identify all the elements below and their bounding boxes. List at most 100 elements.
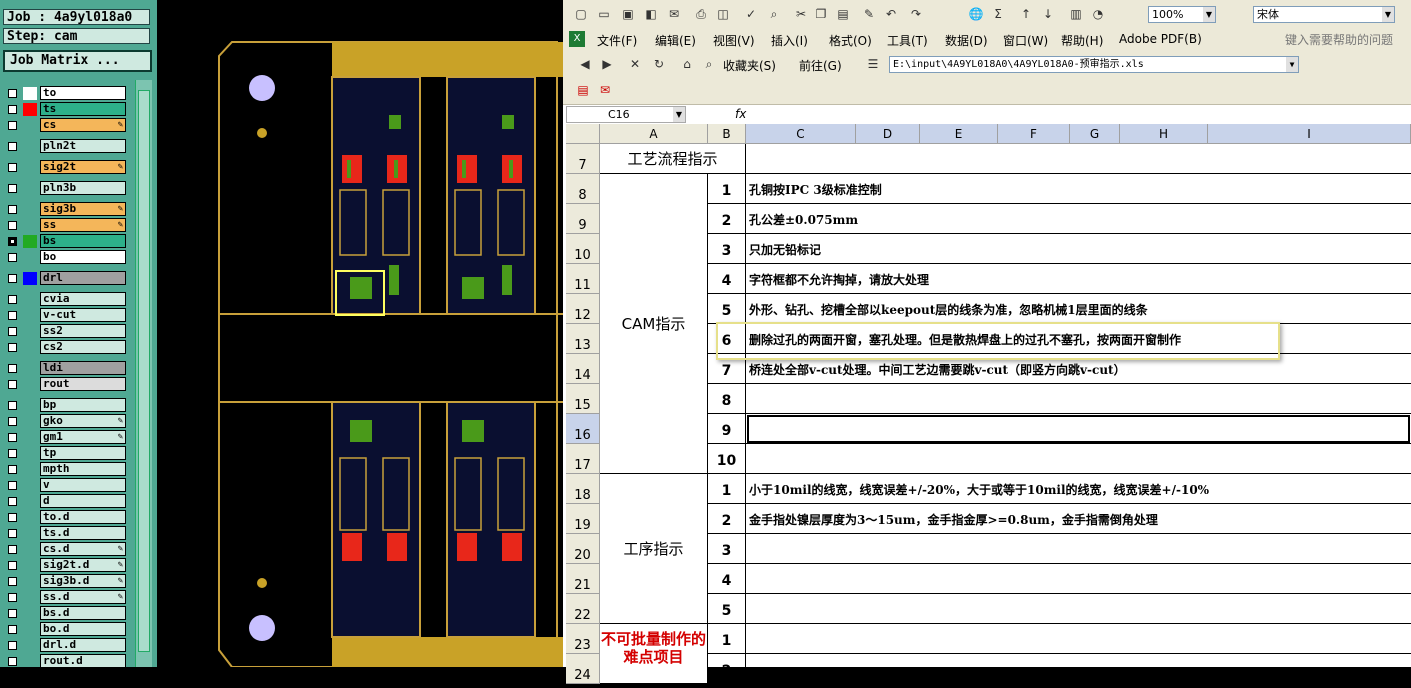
column-header[interactable]: G — [1070, 124, 1120, 144]
instruction-cell[interactable] — [746, 534, 1411, 564]
hyperlink-icon[interactable]: 🌐 — [968, 6, 984, 22]
instruction-cell[interactable] — [746, 414, 1411, 444]
instruction-cell[interactable]: 只加无铅标记 — [746, 234, 1411, 264]
layer-checkbox[interactable] — [8, 237, 17, 246]
row-header[interactable]: 23 — [566, 624, 600, 654]
layer-color-swatch[interactable] — [23, 272, 37, 285]
layer-row[interactable]: d — [4, 494, 128, 509]
layer-checkbox[interactable] — [8, 327, 17, 336]
layer-name[interactable]: bo — [40, 250, 126, 264]
instruction-cell[interactable] — [746, 654, 1411, 684]
layer-row[interactable]: pln2t — [4, 139, 128, 154]
excel-app-icon[interactable]: X — [569, 31, 585, 47]
process-title-cell[interactable]: 工艺流程指示 — [600, 144, 746, 174]
row-header[interactable]: 13 — [566, 324, 600, 354]
row-header[interactable]: 10 — [566, 234, 600, 264]
layer-name[interactable]: cvia — [40, 292, 126, 306]
menu-item[interactable]: 格式(O) — [829, 32, 872, 49]
item-number-cell[interactable]: 7 — [708, 354, 746, 384]
menu-item[interactable]: 窗口(W) — [1003, 32, 1048, 49]
row-header[interactable]: 9 — [566, 204, 600, 234]
new-icon[interactable]: ▢ — [573, 6, 589, 22]
layer-name[interactable]: to.d — [40, 510, 126, 524]
layer-color-swatch[interactable] — [23, 103, 37, 116]
zoom-select[interactable]: 100% ▼ — [1148, 6, 1216, 23]
layer-name[interactable]: mpth — [40, 462, 126, 476]
refresh-icon[interactable]: ↻ — [651, 56, 667, 72]
instruction-cell[interactable] — [746, 444, 1411, 474]
layer-checkbox[interactable] — [8, 380, 17, 389]
chevron-down-icon[interactable]: ▼ — [673, 107, 685, 122]
column-header[interactable]: D — [856, 124, 920, 144]
layer-name[interactable]: sig3b ✎ — [40, 202, 126, 216]
layer-name[interactable]: bp — [40, 398, 126, 412]
permission-icon[interactable]: ◧ — [643, 6, 659, 22]
layer-checkbox[interactable] — [8, 343, 17, 352]
layer-checkbox[interactable] — [8, 513, 17, 522]
layer-name[interactable]: rout — [40, 377, 126, 391]
layer-name[interactable]: ts.d — [40, 526, 126, 540]
layer-row[interactable]: mpth — [4, 462, 128, 477]
layer-row[interactable]: sig3b ✎ — [4, 202, 128, 217]
layer-color-swatch[interactable] — [23, 235, 37, 248]
sort-desc-icon[interactable]: ↓ — [1040, 6, 1056, 22]
layer-name[interactable]: ldi — [40, 361, 126, 375]
layer-name[interactable]: d — [40, 494, 126, 508]
item-number-cell[interactable]: 2 — [708, 504, 746, 534]
stop-icon[interactable]: ✕ — [627, 56, 643, 72]
layer-row[interactable]: to.d — [4, 510, 128, 525]
layer-checkbox[interactable] — [8, 625, 17, 634]
copy-icon[interactable]: ❐ — [813, 6, 829, 22]
instruction-cell[interactable]: 字符框都不允许掏掉，请放大处理 — [746, 264, 1411, 294]
layer-checkbox[interactable] — [8, 142, 17, 151]
instruction-cell[interactable] — [746, 594, 1411, 624]
layer-color-swatch[interactable] — [23, 87, 37, 100]
layer-checkbox[interactable] — [8, 657, 17, 666]
menu-item[interactable]: 帮助(H) — [1061, 32, 1103, 49]
row-header[interactable]: 21 — [566, 564, 600, 594]
layer-name[interactable]: drl — [40, 271, 126, 285]
column-header[interactable]: F — [998, 124, 1070, 144]
layer-checkbox[interactable] — [8, 497, 17, 506]
layer-name[interactable]: ss ✎ — [40, 218, 126, 232]
layer-name[interactable]: cs2 — [40, 340, 126, 354]
row-header[interactable]: 18 — [566, 474, 600, 504]
pcb-board-view[interactable] — [157, 0, 563, 667]
layer-checkbox[interactable] — [8, 163, 17, 172]
layer-row[interactable]: bp — [4, 398, 128, 413]
layer-row[interactable]: sig2t ✎ — [4, 160, 128, 175]
forward-icon[interactable]: ▶ — [599, 56, 615, 72]
instruction-cell[interactable]: 金手指处镍层厚度为3～15um，金手指金厚>=0.8um，金手指需倒角处理 — [746, 504, 1411, 534]
chevron-down-icon[interactable]: ▼ — [1286, 57, 1298, 72]
instruction-cell[interactable]: 小于10mil的线宽，线宽误差+/-20%，大于或等于10mil的线宽，线宽误差… — [746, 474, 1411, 504]
layer-name[interactable]: tp — [40, 446, 126, 460]
layer-name[interactable]: gm1 ✎ — [40, 430, 126, 444]
scrollbar-thumb[interactable] — [138, 90, 150, 652]
worksheet-grid[interactable]: ABCDEFGHI 7 8 1 孔铜按IPC 3级标准控制 9 2 孔公差±0.075mm 1… — [563, 124, 1411, 684]
layer-row[interactable]: sig2t.d ✎ — [4, 558, 128, 573]
menu-item[interactable]: 插入(I) — [771, 32, 808, 49]
layer-row[interactable]: ss ✎ — [4, 218, 128, 233]
empty-cell[interactable] — [746, 144, 1411, 174]
layer-checkbox[interactable] — [8, 433, 17, 442]
layer-name[interactable]: sig2t.d ✎ — [40, 558, 126, 572]
row-header[interactable]: 17 — [566, 444, 600, 474]
layer-row[interactable]: drl.d — [4, 638, 128, 653]
print-icon[interactable]: ⎙ — [693, 6, 709, 22]
layer-name[interactable]: cs.d ✎ — [40, 542, 126, 556]
layer-row[interactable]: drl — [4, 271, 128, 286]
layer-row[interactable]: v — [4, 478, 128, 493]
layer-name[interactable]: bs.d — [40, 606, 126, 620]
instruction-cell[interactable] — [746, 564, 1411, 594]
layer-checkbox[interactable] — [8, 641, 17, 650]
layer-row[interactable]: bs.d — [4, 606, 128, 621]
layer-row[interactable]: ts.d — [4, 526, 128, 541]
fx-icon[interactable]: fx — [735, 107, 746, 121]
column-header[interactable]: B — [708, 124, 746, 144]
layer-row[interactable]: gko ✎ — [4, 414, 128, 429]
menu-item[interactable]: 工具(T) — [887, 32, 928, 49]
layer-checkbox[interactable] — [8, 89, 17, 98]
layer-row[interactable]: bo.d — [4, 622, 128, 637]
layer-name[interactable]: pln3b — [40, 181, 126, 195]
layer-name[interactable]: ss2 — [40, 324, 126, 338]
